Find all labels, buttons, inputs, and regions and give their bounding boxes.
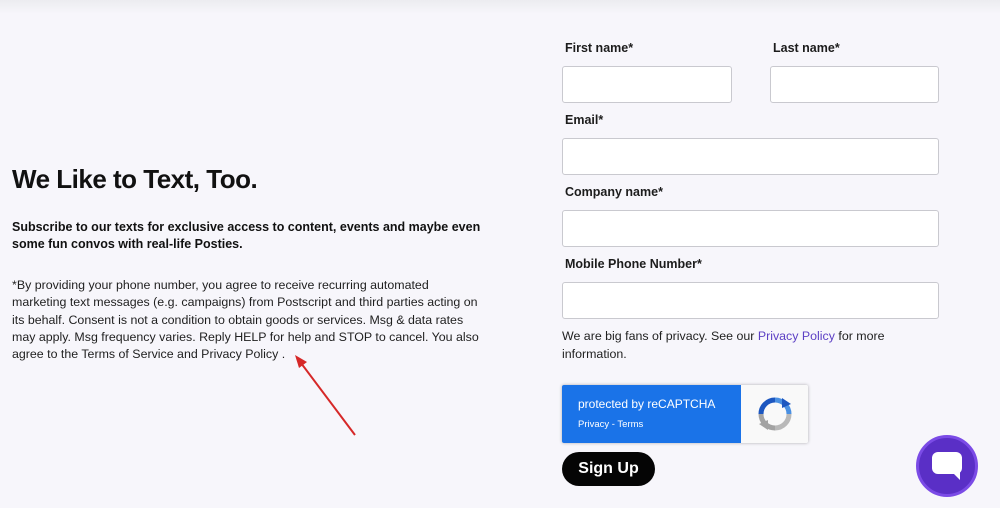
privacy-policy-link[interactable]: Privacy Policy <box>758 329 835 343</box>
privacy-note: We are big fans of privacy. See our Priv… <box>562 328 922 363</box>
page-title: We Like to Text, Too. <box>12 164 258 194</box>
recaptcha-badge[interactable]: protected by reCAPTCHA Privacy - Terms <box>562 385 808 443</box>
last-name-label: Last name* <box>773 41 840 55</box>
mobile-phone-field[interactable] <box>562 282 939 319</box>
recaptcha-links[interactable]: Privacy - Terms <box>578 419 741 430</box>
recaptcha-title: protected by reCAPTCHA <box>578 397 716 411</box>
subheading: Subscribe to our texts for exclusive acc… <box>12 220 481 251</box>
recaptcha-logo-icon <box>758 397 791 431</box>
email-label: Email* <box>565 113 604 127</box>
email-field[interactable] <box>562 138 939 175</box>
consent-disclaimer: *By providing your phone number, you agr… <box>12 278 479 362</box>
company-name-field[interactable] <box>562 210 939 247</box>
recaptcha-text-panel: protected by reCAPTCHA Privacy - Terms <box>562 385 741 443</box>
first-name-label: First name* <box>565 41 634 55</box>
last-name-field[interactable] <box>770 66 939 103</box>
company-name-label: Company name* <box>565 185 663 199</box>
sign-up-button[interactable]: Sign Up <box>562 452 655 486</box>
recaptcha-logo-panel <box>741 385 808 443</box>
privacy-note-prefix: We are big fans of privacy. See our <box>562 329 758 343</box>
chat-widget-button[interactable] <box>916 435 978 497</box>
chat-bubble-icon <box>932 452 962 480</box>
mobile-phone-label: Mobile Phone Number* <box>565 257 702 271</box>
first-name-field[interactable] <box>562 66 732 103</box>
top-shadow <box>0 0 1000 14</box>
